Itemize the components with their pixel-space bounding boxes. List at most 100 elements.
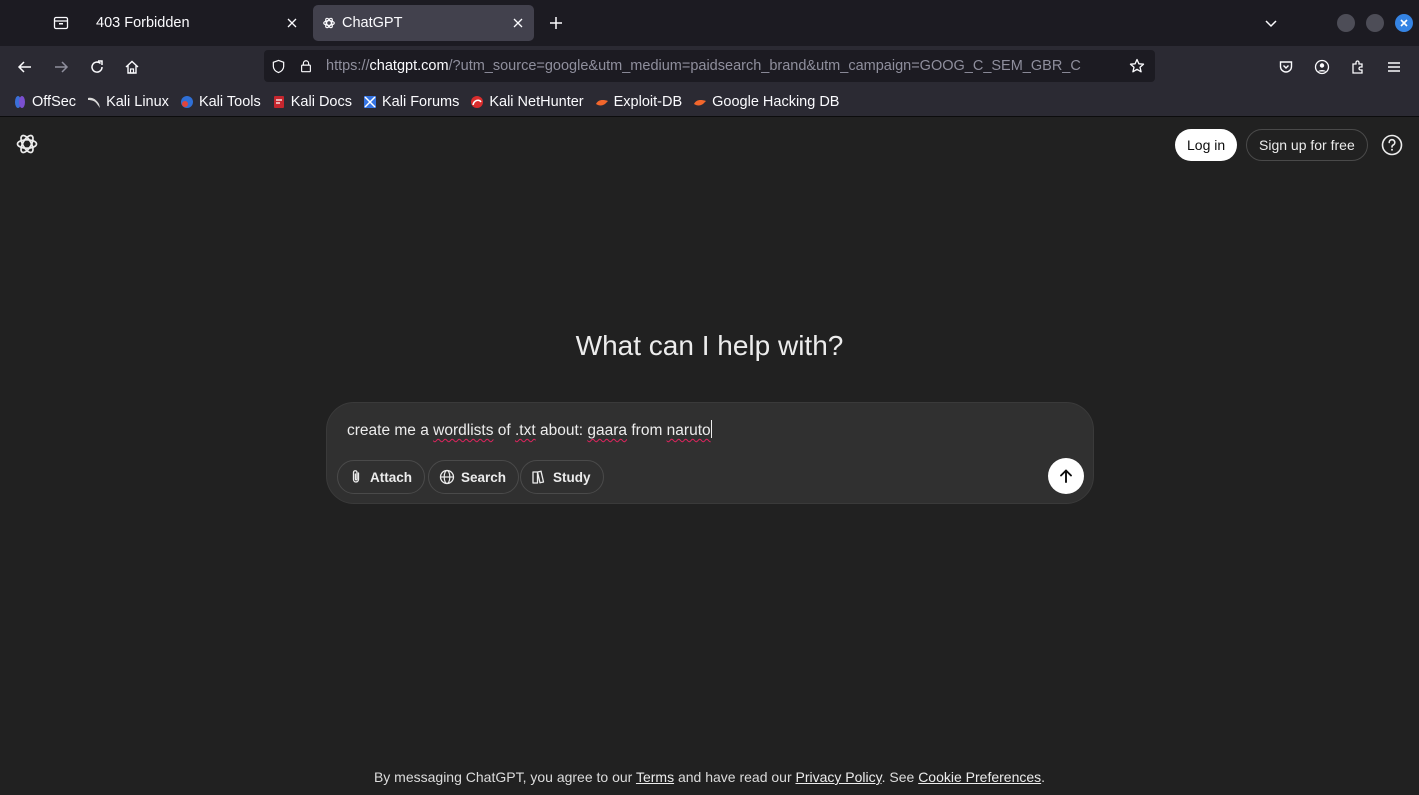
kali-dragon-icon: [87, 95, 101, 109]
tab-title: ChatGPT: [342, 15, 403, 31]
forward-button[interactable]: [47, 53, 75, 81]
help-button[interactable]: [1380, 133, 1404, 157]
bookmarks-toolbar: OffSec Kali Linux Kali Tools Kali Docs K…: [0, 88, 1419, 117]
star-icon: [1129, 58, 1145, 73]
bookmark-google-hacking-db[interactable]: Google Hacking DB: [693, 94, 839, 110]
prompt-text-misspelled: .txt: [515, 422, 536, 439]
bookmark-label: Exploit-DB: [613, 94, 683, 110]
chatgpt-page: Log in Sign up for free What can I help …: [0, 118, 1419, 795]
new-tab-button[interactable]: [543, 10, 569, 36]
text-caret: [710, 420, 712, 438]
send-button[interactable]: [1048, 458, 1084, 494]
bookmark-kali-forums[interactable]: Kali Forums: [363, 94, 459, 110]
tab-chatgpt[interactable]: ChatGPT: [313, 5, 534, 41]
chatgpt-favicon-icon: [322, 16, 336, 30]
pocket-button[interactable]: [1272, 53, 1300, 81]
ghdb-icon: [693, 95, 707, 109]
window-minimize-button[interactable]: [1337, 14, 1355, 32]
question-mark-icon: [1381, 134, 1403, 156]
extensions-button[interactable]: [1344, 53, 1372, 81]
offsec-icon: [13, 95, 27, 109]
sign-up-button[interactable]: Sign up for free: [1246, 129, 1368, 161]
list-all-tabs-button[interactable]: [1258, 10, 1284, 36]
site-info-button[interactable]: [292, 52, 320, 80]
browser-navigation-bar: https://chatgpt.com/?utm_source=google&u…: [0, 46, 1419, 88]
url-host: chatgpt.com: [369, 58, 449, 74]
terms-link[interactable]: Terms: [636, 769, 674, 785]
footer-text: .: [1041, 769, 1046, 785]
prompt-text-misspelled: gaara: [587, 422, 628, 439]
url-bar[interactable]: https://chatgpt.com/?utm_source=google&u…: [264, 50, 1155, 82]
attach-button[interactable]: Attach: [337, 460, 426, 494]
bookmark-label: Kali Tools: [198, 94, 261, 110]
cookie-preferences-link[interactable]: Cookie Preferences: [918, 769, 1041, 785]
url-text[interactable]: https://chatgpt.com/?utm_source=google&u…: [326, 58, 1116, 74]
bookmark-kali-tools[interactable]: Kali Tools: [180, 94, 261, 110]
bookmark-label: Kali Docs: [290, 94, 352, 110]
pocket-icon: [1279, 61, 1293, 73]
account-icon: [1314, 59, 1330, 75]
hamburger-menu-icon: [1388, 62, 1400, 72]
home-button[interactable]: [118, 53, 146, 81]
arrow-right-icon: [55, 61, 69, 73]
app-menu-button[interactable]: [1380, 53, 1408, 81]
prompt-text: about:: [535, 422, 588, 439]
privacy-policy-link[interactable]: Privacy Policy: [796, 769, 882, 785]
prompt-composer: create me a wordlists of .txt about: gaa…: [326, 402, 1094, 504]
back-button[interactable]: [11, 53, 39, 81]
terms-footer: By messaging ChatGPT, you agree to our T…: [0, 769, 1419, 785]
arrow-left-icon: [17, 61, 31, 73]
prompt-text-misspelled: wordlists: [433, 422, 494, 439]
reload-button[interactable]: [83, 53, 111, 81]
bookmark-offsec[interactable]: OffSec: [13, 94, 76, 110]
footer-text: and have read our: [674, 769, 796, 785]
kali-docs-icon: [272, 95, 286, 109]
tracking-protection-button[interactable]: [264, 52, 292, 80]
bookmark-label: Kali Linux: [106, 94, 169, 110]
browser-tab-bar: 403 Forbidden ChatGPT: [0, 0, 1419, 46]
bookmark-star-button[interactable]: [1123, 52, 1151, 80]
tab-close-button[interactable]: [506, 11, 530, 35]
openai-logo-icon[interactable]: [15, 132, 39, 156]
kali-forums-icon: [363, 95, 377, 109]
bookmark-kali-nethunter[interactable]: Kali NetHunter: [470, 94, 584, 110]
exploitdb-icon: [595, 95, 609, 109]
tab-close-button[interactable]: [280, 11, 304, 35]
prompt-input[interactable]: create me a wordlists of .txt about: gaa…: [347, 420, 712, 440]
attach-label: Attach: [370, 469, 413, 485]
prompt-text: create me a: [347, 422, 434, 439]
prompt-text-misspelled: naruto: [666, 422, 711, 439]
bookmark-label: Kali Forums: [381, 94, 460, 110]
page-headline: What can I help with?: [575, 330, 844, 361]
paperclip-icon: [348, 469, 364, 485]
bookmark-label: OffSec: [32, 94, 77, 110]
close-icon: [513, 18, 523, 28]
prompt-text: of: [493, 422, 515, 439]
tab-403-forbidden[interactable]: 403 Forbidden: [86, 5, 308, 41]
url-path: /?utm_source=google&utm_medium=paidsearc…: [448, 58, 1081, 74]
plus-icon: [550, 17, 562, 29]
bookmark-exploit-db[interactable]: Exploit-DB: [595, 94, 683, 110]
firefox-view-icon: [53, 16, 69, 30]
bookmark-label: Google Hacking DB: [712, 94, 840, 110]
bookmark-kali-docs[interactable]: Kali Docs: [272, 94, 352, 110]
search-button[interactable]: Search: [428, 460, 520, 494]
tab-title: 403 Forbidden: [96, 15, 190, 31]
prompt-text: from: [627, 422, 667, 439]
footer-text: . See: [881, 769, 919, 785]
close-icon: [287, 18, 297, 28]
window-maximize-button[interactable]: [1366, 14, 1384, 32]
nethunter-icon: [470, 95, 484, 109]
globe-icon: [439, 469, 455, 485]
log-in-button[interactable]: Log in: [1175, 129, 1238, 161]
firefox-view-button[interactable]: [44, 9, 78, 37]
chevron-down-icon: [1265, 20, 1277, 28]
account-button[interactable]: [1308, 53, 1336, 81]
book-icon: [531, 469, 547, 485]
bookmark-label: Kali NetHunter: [489, 94, 584, 110]
window-close-button[interactable]: [1395, 14, 1413, 32]
url-scheme: https://: [326, 58, 370, 74]
puzzle-icon: [1352, 60, 1363, 74]
study-button[interactable]: Study: [520, 460, 604, 494]
bookmark-kali-linux[interactable]: Kali Linux: [87, 94, 169, 110]
